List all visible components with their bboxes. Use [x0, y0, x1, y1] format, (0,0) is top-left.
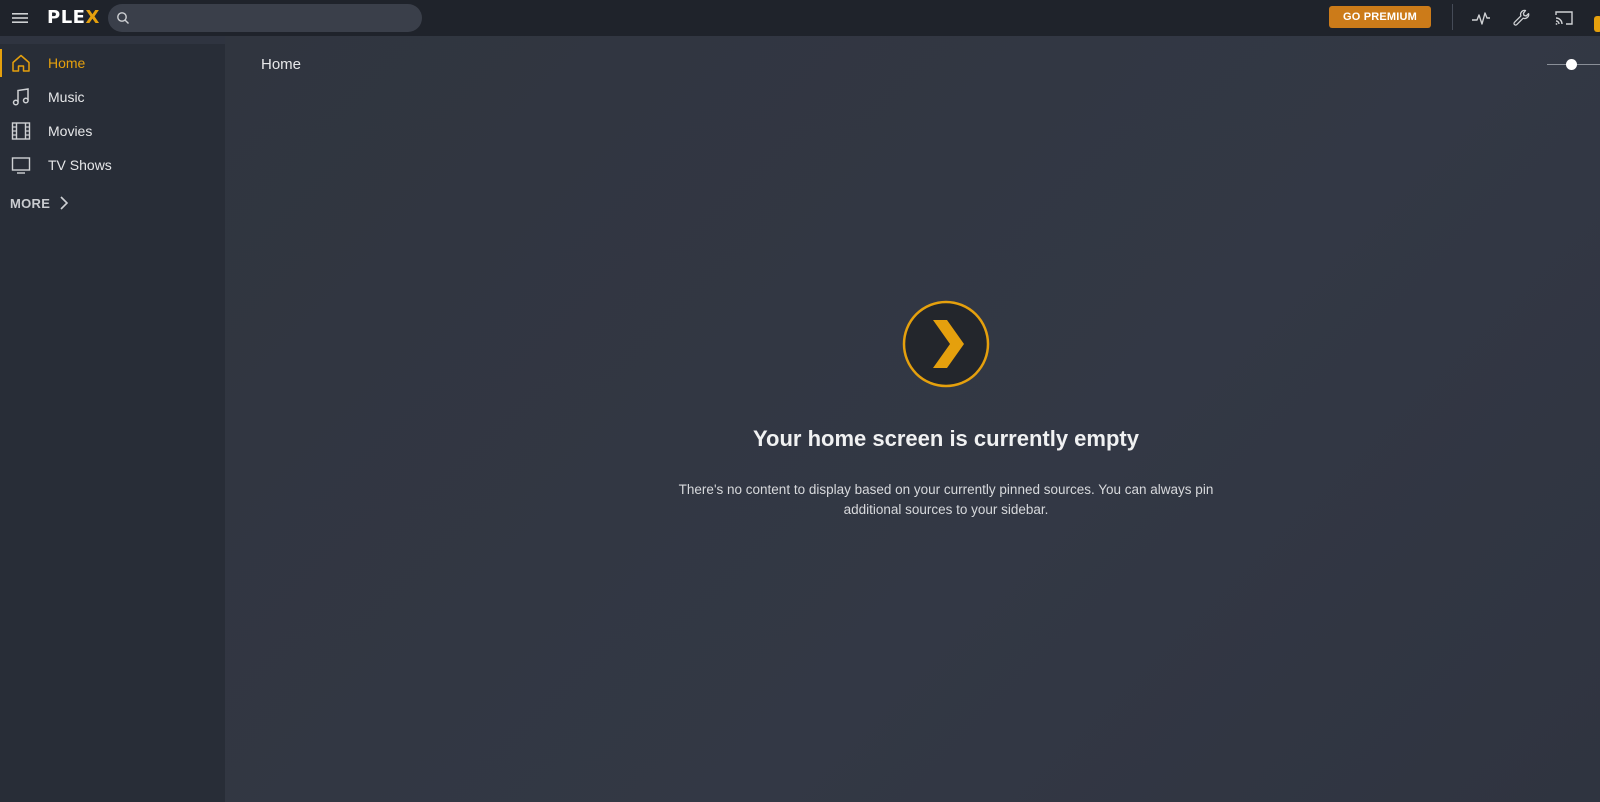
toolbar-divider — [1452, 4, 1453, 30]
more-label: MORE — [10, 195, 51, 211]
sidebar-item-music[interactable]: Music — [0, 80, 225, 114]
more-button[interactable]: MORE — [10, 194, 72, 212]
logo-accent: X — [85, 7, 100, 28]
sidebar-item-label: TV Shows — [48, 157, 112, 173]
search-input[interactable] — [136, 9, 406, 27]
sidebar-item-tv-shows[interactable]: TV Shows — [0, 148, 225, 182]
film-icon — [11, 122, 31, 140]
menu-icon[interactable] — [10, 8, 30, 28]
empty-state-title: Your home screen is currently empty — [753, 426, 1139, 451]
sidebar: Home Music Movies TV Shows MORE — [0, 44, 225, 802]
tv-icon — [11, 157, 31, 174]
search-icon — [117, 12, 129, 24]
notification-badge[interactable] — [1594, 16, 1600, 32]
search-bar[interactable] — [108, 4, 422, 32]
settings-wrench-icon[interactable] — [1511, 7, 1533, 29]
home-icon — [12, 54, 30, 72]
poster-size-slider[interactable] — [1547, 58, 1600, 72]
sidebar-item-label: Home — [48, 55, 86, 71]
sidebar-item-home[interactable]: Home — [0, 46, 225, 80]
go-premium-button[interactable]: GO PREMIUM — [1329, 6, 1431, 28]
sidebar-item-movies[interactable]: Movies — [0, 114, 225, 148]
plex-chevron-logo-icon — [902, 300, 990, 388]
sidebar-item-label: Music — [48, 89, 85, 105]
cast-icon[interactable] — [1553, 7, 1575, 29]
top-bar: PLEX GO PREMIUM — [0, 0, 1600, 36]
sidebar-item-label: Movies — [48, 123, 93, 139]
slider-thumb[interactable] — [1566, 59, 1577, 70]
music-icon — [12, 88, 29, 106]
page-title: Home — [261, 56, 302, 73]
chevron-right-icon — [60, 196, 69, 210]
main-content: Home Your home screen is currently empty… — [225, 36, 1600, 802]
plex-logo[interactable]: PLEX — [47, 7, 100, 28]
logo-text: PLE — [47, 7, 86, 28]
empty-state-description: There's no content to display based on y… — [678, 482, 1214, 517]
activity-icon[interactable] — [1470, 7, 1492, 29]
